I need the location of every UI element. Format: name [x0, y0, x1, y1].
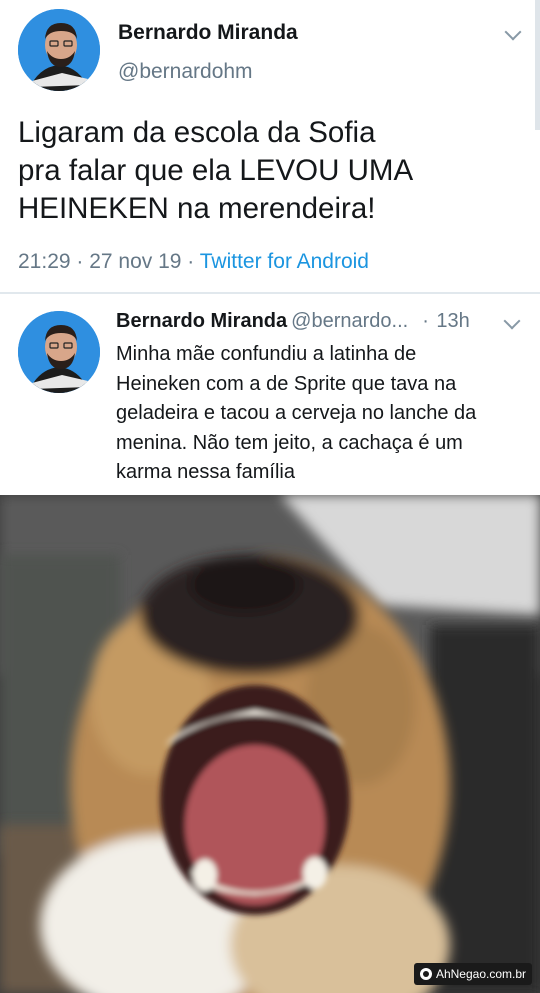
- tweet-text-line: HEINEKEN na merendeira!: [18, 192, 376, 225]
- scrollbar[interactable]: [535, 0, 540, 130]
- tweet-text-line: Ligaram da escola da Sofia: [18, 116, 376, 149]
- watermark-logo-icon: [419, 968, 432, 980]
- watermark: AhNegao.com.br: [413, 963, 532, 985]
- profile-photo: [18, 311, 100, 393]
- tweet-text-line: pra falar que ela LEVOU UMA: [18, 154, 414, 187]
- tweet-source-link[interactable]: Twitter for Android: [200, 250, 369, 273]
- watermark-text: AhNegao.com.br: [435, 967, 526, 981]
- separator: ·: [422, 310, 429, 332]
- dog-photo-illustration: [0, 495, 540, 993]
- author-handle[interactable]: @bernardohm: [118, 60, 253, 84]
- reply-text-line: Heineken com a de Sprite que tava na: [116, 372, 457, 395]
- reply-text-line: menina. Não tem jeito, a cachaça é um: [116, 431, 463, 454]
- reply-text-line: Minha mãe confundiu a latinha de: [116, 343, 417, 365]
- author-name[interactable]: Bernardo Miranda: [116, 310, 287, 332]
- chevron-down-icon[interactable]: [504, 23, 522, 41]
- reply-text-line: geladeira e tacou a cerveja no lanche da: [116, 402, 477, 424]
- tweet-timestamp: 21:29 · 27 nov 19 ·: [18, 250, 200, 273]
- tweet-meta: 21:29 · 27 nov 19 · Twitter for Android: [18, 250, 369, 274]
- author-name[interactable]: Bernardo Miranda: [118, 21, 298, 45]
- tweet-text: Ligaram da escola da Sofia pra falar que…: [18, 114, 518, 228]
- reply-text: Minha mãe confundiu a latinha de Heineke…: [116, 340, 526, 488]
- reply-header: Bernardo Miranda @bernardo... · 13h: [116, 310, 470, 333]
- avatar[interactable]: [18, 9, 100, 91]
- dog-photo[interactable]: AhNegao.com.br: [0, 495, 540, 993]
- chevron-down-icon[interactable]: [503, 312, 521, 330]
- main-tweet: Bernardo Miranda @bernardohm Ligaram da …: [0, 0, 540, 292]
- divider: [0, 292, 540, 294]
- reply-text-line: karma nessa família: [116, 461, 295, 483]
- tweet-time[interactable]: 13h: [436, 310, 469, 332]
- avatar[interactable]: [18, 311, 100, 393]
- author-handle[interactable]: @bernardo...: [291, 310, 408, 332]
- profile-photo: [18, 9, 100, 91]
